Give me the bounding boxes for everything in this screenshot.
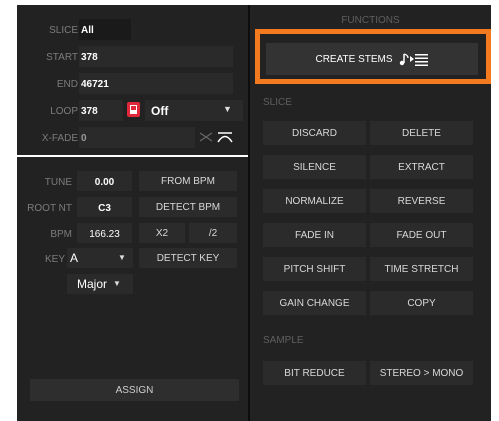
chevron-down-icon: ▼: [223, 104, 232, 114]
scale-value: Major: [77, 277, 108, 291]
x2-button[interactable]: X2: [139, 223, 185, 243]
sample-section-label: SAMPLE: [263, 335, 304, 346]
end-value: 46721: [81, 79, 109, 90]
lock-icon[interactable]: [127, 102, 140, 117]
stereo-mono-button[interactable]: STEREO > MONO: [370, 361, 473, 385]
start-label: START: [46, 52, 78, 63]
bpm-value: 166.23: [89, 229, 120, 240]
key-value: A: [70, 251, 79, 265]
slice-value: All: [81, 25, 94, 36]
tune-label: TUNE: [44, 177, 72, 188]
chevron-down-icon: ▼: [113, 279, 121, 288]
reverse-button[interactable]: REVERSE: [370, 189, 473, 213]
assign-button[interactable]: ASSIGN: [30, 379, 239, 401]
xfade-label: X-FADE: [41, 133, 78, 144]
extract-button[interactable]: EXTRACT: [370, 155, 473, 179]
xfade-value: 0: [81, 133, 87, 144]
rootnt-value: C3: [98, 203, 111, 214]
rootnt-label: ROOT NT: [27, 203, 72, 214]
crossfade-curve-icon[interactable]: [217, 131, 233, 143]
detect-key-button[interactable]: DETECT KEY: [139, 248, 237, 268]
delete-button[interactable]: DELETE: [370, 121, 473, 145]
functions-header: FUNCTIONS: [341, 15, 400, 26]
loop-label: LOOP: [50, 106, 78, 117]
half-button[interactable]: /2: [189, 223, 237, 243]
copy-button[interactable]: COPY: [370, 291, 473, 315]
bpm-label: BPM: [50, 229, 72, 240]
pitch-panel: TUNE 0.00 FROM BPM ROOT NT C3 DETECT BPM…: [17, 157, 248, 421]
normalize-button[interactable]: NORMALIZE: [263, 189, 366, 213]
time-stretch-button[interactable]: TIME STRETCH: [370, 257, 473, 281]
tune-value: 0.00: [94, 177, 115, 188]
start-field[interactable]: [79, 46, 233, 67]
pitch-shift-button[interactable]: PITCH SHIFT: [263, 257, 366, 281]
slice-settings-panel: SLICE All START 378 END 46721 LOOP 378 O…: [17, 5, 248, 155]
slice-section-label: SLICE: [263, 97, 292, 108]
from-bpm-button[interactable]: FROM BPM: [139, 171, 237, 191]
loop-mode-value: Off: [151, 104, 169, 118]
loop-value: 378: [81, 106, 98, 117]
key-label: KEY: [44, 254, 65, 265]
slice-label: SLICE: [49, 25, 78, 36]
crossfade-linear-icon[interactable]: [199, 131, 213, 143]
bit-reduce-button[interactable]: BIT REDUCE: [263, 361, 366, 385]
fade-out-button[interactable]: FADE OUT: [370, 223, 473, 247]
xfade-field[interactable]: [79, 127, 195, 148]
create-stems-label: CREATE STEMS: [315, 53, 393, 65]
end-label: END: [56, 79, 78, 90]
silence-button[interactable]: SILENCE: [263, 155, 366, 179]
fade-in-button[interactable]: FADE IN: [263, 223, 366, 247]
sample-edit-window: SLICE All START 378 END 46721 LOOP 378 O…: [0, 0, 499, 421]
start-value: 378: [81, 52, 98, 63]
gain-change-button[interactable]: GAIN CHANGE: [263, 291, 366, 315]
create-stems-button[interactable]: CREATE STEMS: [266, 43, 478, 75]
discard-button[interactable]: DISCARD: [263, 121, 366, 145]
stems-icon: [399, 53, 428, 66]
chevron-down-icon: ▼: [118, 253, 126, 262]
functions-panel: FUNCTIONS CREATE STEMS SLICE DISCARD DEL…: [250, 5, 491, 421]
detect-bpm-button[interactable]: DETECT BPM: [139, 197, 237, 217]
